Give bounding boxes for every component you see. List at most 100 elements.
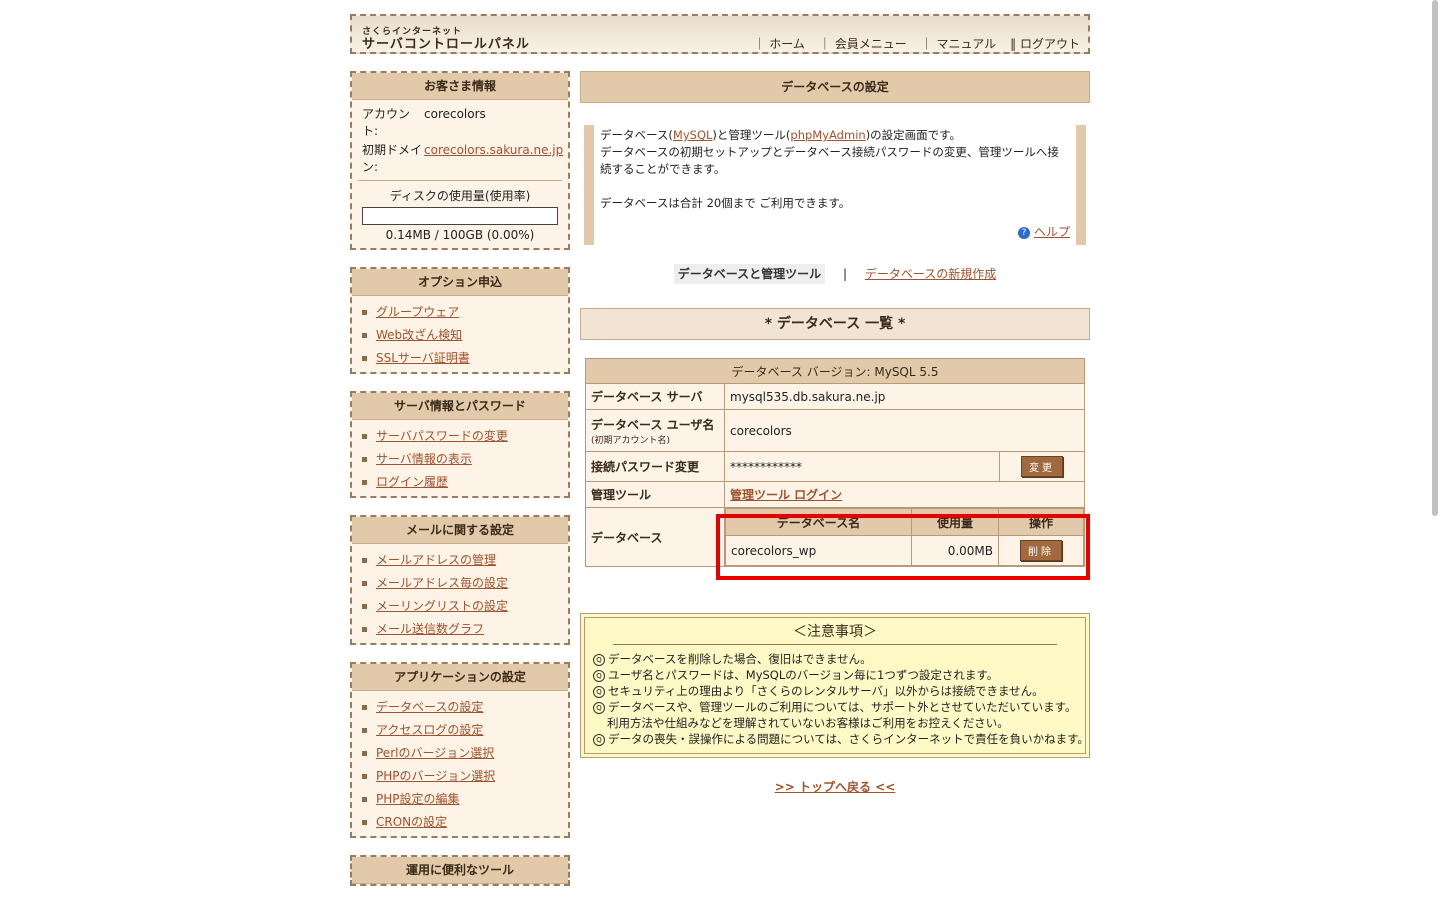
help-link[interactable]: ? ヘルプ: [1017, 224, 1070, 241]
db-password-cell: 変更: [999, 451, 1085, 482]
bullet-icon: [362, 751, 367, 756]
notice-subitem: 利用方法や仕組みなどを理解されていないお客様はご利用をお控えください。: [607, 716, 1009, 730]
sidebar-box-title: アプリケーションの設定: [352, 664, 568, 691]
notice-inner: ＜注意事項＞ Q データベースを削除した場合、復旧はできません。 Q ユーザ名とパス…: [584, 617, 1089, 754]
notice-item: Q ユーザ名とパスワードは、MySQLのバージョン毎に1つずつ設定されます。: [593, 667, 1077, 683]
sidebar-box-title: メールに関する設定: [352, 517, 568, 544]
db-user-label: データベース ユーザ名 (初期アカウント名): [585, 409, 725, 452]
tab-bar: データベースと管理ツール | データベースの新規作成: [580, 264, 1090, 284]
disk-usage-value: 0.14MB / 100GB (0.00%): [385, 228, 535, 242]
bullet-icon: [362, 333, 367, 338]
notice-box: ＜注意事項＞ Q データベースを削除した場合、復旧はできません。 Q ユーザ名とパス…: [580, 613, 1090, 758]
info-icon: Q: [593, 653, 605, 666]
bullet-icon: [362, 705, 367, 710]
sidebar-box-title: 運用に便利なツール: [352, 857, 568, 884]
nav-logout[interactable]: ‖ ログアウト: [1010, 35, 1080, 52]
bullet-icon: [362, 774, 367, 779]
account-box-title: お客さま情報: [352, 73, 568, 100]
bullet-icon: [362, 356, 367, 361]
sidebar-item-ssl[interactable]: SSLサーバ証明書: [352, 347, 568, 370]
info-icon: Q: [593, 701, 605, 714]
change-password-button[interactable]: 変更: [1021, 456, 1063, 477]
sidebar-box-mail: メールに関する設定 メールアドレスの管理 メールアドレス毎の設定 メーリングリス…: [350, 515, 570, 645]
account-label: アカウント:: [362, 107, 411, 138]
db-server-value: mysql535.db.sakura.ne.jp: [724, 383, 1085, 410]
main-content: データベースの設定 データベース(MySQL)と管理ツール(phpMyAdmin…: [580, 71, 1090, 795]
disk-usage: ディスクの使用量(使用率) 0.14MB / 100GB (0.00%): [358, 180, 562, 248]
db-user-value: corecolors: [724, 409, 1085, 452]
sidebar-box-apps: アプリケーションの設定 データベースの設定 アクセスログの設定 Perlのバージ…: [350, 662, 570, 838]
db-version-header: データベース バージョン: MySQL 5.5: [585, 358, 1085, 384]
nav-member-menu[interactable]: ｜ 会員メニュー: [819, 35, 907, 52]
db-password-value: ************: [724, 451, 1000, 482]
tab-new-database[interactable]: データベースの新規作成: [865, 267, 996, 281]
description-line2: データベースの初期セットアップとデータベース接続パスワードの変更、管理ツールへ接…: [600, 145, 1059, 176]
highlight-box: [716, 514, 1090, 580]
sidebar-item-mail-address[interactable]: メールアドレスの管理: [352, 549, 568, 572]
page-title: データベースの設定: [580, 71, 1090, 103]
sidebar-item-mailing-list[interactable]: メーリングリストの設定: [352, 595, 568, 618]
sidebar: お客さま情報 アカウント: corecolors 初期ドメイン: corecolor…: [350, 71, 570, 903]
notice-item: Q データベースを削除した場合、復旧はできません。: [593, 651, 1077, 667]
table-row: データベース ユーザ名 (初期アカウント名) corecolors: [585, 409, 1085, 452]
account-value: corecolors: [424, 107, 486, 121]
info-icon: Q: [593, 669, 605, 682]
bullet-icon: [362, 627, 367, 632]
account-box: お客さま情報 アカウント: corecolors 初期ドメイン: corecolor…: [350, 71, 570, 250]
bullet-icon: [362, 581, 367, 586]
domain-link[interactable]: corecolors.sakura.ne.jp: [424, 142, 563, 176]
domain-label: 初期ドメイン:: [362, 143, 423, 174]
bullet-icon: [362, 728, 367, 733]
description-line1: データベース(MySQL)と管理ツール(phpMyAdmin)の設定画面です。: [600, 128, 962, 142]
db-tool-cell: 管理ツール ログイン: [724, 481, 1085, 508]
scrollbar[interactable]: [1432, 0, 1438, 516]
info-icon: Q: [593, 685, 605, 698]
bullet-icon: [362, 820, 367, 825]
db-password-label: 接続パスワード変更: [585, 451, 725, 482]
top-nav: ｜ ホーム ｜ 会員メニュー ｜ マニュアル ‖ ログアウト: [753, 35, 1080, 52]
header-banner: さくらインターネット サーバコントロールパネル ｜ ホーム ｜ 会員メニュー ｜…: [350, 14, 1090, 54]
sidebar-item-web-tamper[interactable]: Web改ざん検知: [352, 324, 568, 347]
sidebar-item-database[interactable]: データベースの設定: [352, 696, 568, 719]
sidebar-box-server: サーバ情報とパスワード サーバパスワードの変更 サーバ情報の表示 ログイン履歴: [350, 391, 570, 498]
bullet-icon: [362, 457, 367, 462]
sidebar-item-php-settings[interactable]: PHP設定の編集: [352, 788, 568, 811]
sidebar-item-login-history[interactable]: ログイン履歴: [352, 471, 568, 494]
bullet-icon: [362, 310, 367, 315]
back-to-top: >> トップへ戻る <<: [580, 778, 1090, 795]
sidebar-item-mail-settings[interactable]: メールアドレス毎の設定: [352, 572, 568, 595]
notice-item: Q セキュリティ上の理由より「さくらのレンタルサーバ」以外からは接続できません。: [593, 683, 1077, 699]
db-user-sublabel: (初期アカウント名): [591, 435, 671, 446]
sidebar-item-php-version[interactable]: PHPのバージョン選択: [352, 765, 568, 788]
disk-usage-bar: [362, 207, 558, 225]
admin-tool-login-link[interactable]: 管理ツール ログイン: [730, 488, 842, 502]
nav-home[interactable]: ｜ ホーム: [753, 35, 804, 52]
sidebar-item-mail-graph[interactable]: メール送信数グラフ: [352, 618, 568, 641]
sidebar-item-access-log[interactable]: アクセスログの設定: [352, 719, 568, 742]
disk-usage-label: ディスクの使用量(使用率): [389, 189, 531, 203]
sidebar-item-cron[interactable]: CRONの設定: [352, 811, 568, 834]
bullet-icon: [362, 604, 367, 609]
notice-item: Q データの喪失・誤操作による問題については、さくらインターネットで責任を負いかね…: [593, 731, 1089, 747]
tab-db-and-tools[interactable]: データベースと管理ツール: [673, 264, 826, 284]
help-icon: ?: [1017, 226, 1030, 239]
description-panel: データベース(MySQL)と管理ツール(phpMyAdmin)の設定画面です。 …: [584, 125, 1086, 245]
db-tool-label: 管理ツール: [585, 481, 725, 508]
sidebar-item-perl-version[interactable]: Perlのバージョン選択: [352, 742, 568, 765]
tab-separator: |: [842, 267, 848, 281]
sidebar-item-server-info[interactable]: サーバ情報の表示: [352, 448, 568, 471]
sidebar-box-title: オプション申込: [352, 269, 568, 296]
description-line3: データベースは合計 20個まで ご利用できます。: [600, 196, 851, 210]
notice-item: Q データベースや、管理ツールのご利用については、サポート外とさせていただいていま…: [593, 699, 1077, 715]
sidebar-item-server-password[interactable]: サーバパスワードの変更: [352, 425, 568, 448]
back-to-top-link[interactable]: >> トップへ戻る <<: [775, 780, 896, 794]
nav-manual[interactable]: ｜ マニュアル: [921, 35, 996, 52]
account-info: アカウント: corecolors 初期ドメイン: corecolors.sakur…: [352, 100, 568, 180]
bullet-icon: [362, 558, 367, 563]
sidebar-item-groupware[interactable]: グループウェア: [352, 301, 568, 324]
mysql-link[interactable]: MySQL: [673, 128, 713, 142]
phpmyadmin-link[interactable]: phpMyAdmin: [790, 128, 865, 142]
table-row: データベース サーバ mysql535.db.sakura.ne.jp: [585, 383, 1085, 410]
db-server-label: データベース サーバ: [585, 383, 725, 410]
sidebar-box-options: オプション申込 グループウェア Web改ざん検知 SSLサーバ証明書: [350, 267, 570, 374]
